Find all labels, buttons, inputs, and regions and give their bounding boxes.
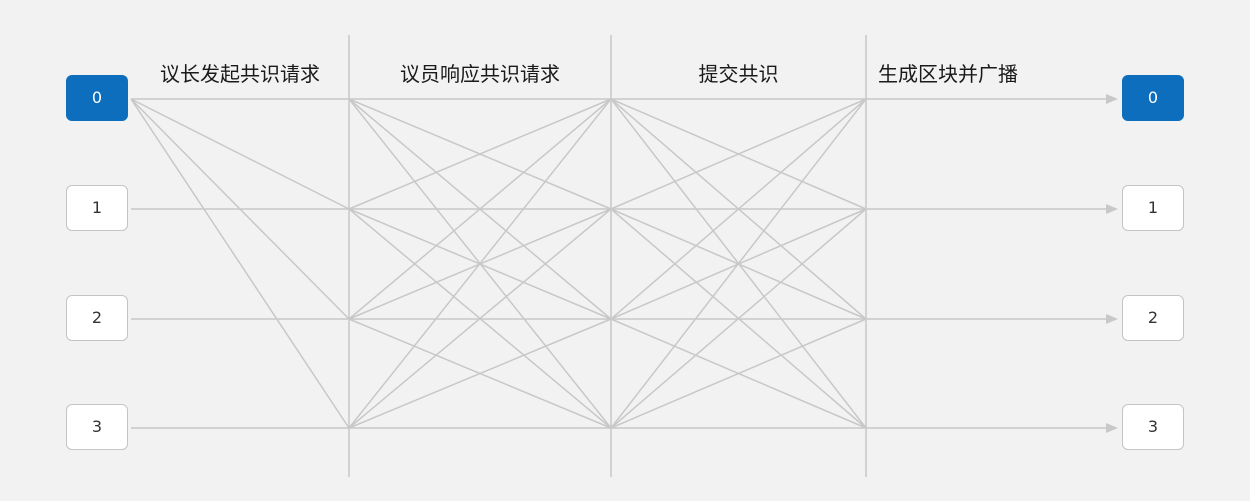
left-node-1: 1 bbox=[66, 185, 128, 231]
right-node-1: 1 bbox=[1122, 185, 1184, 231]
consensus-diagram: 议长发起共识请求 议员响应共识请求 提交共识 生成区块并广播 0 1 2 3 0… bbox=[0, 0, 1250, 501]
phase-label-generate-broadcast: 生成区块并广播 bbox=[878, 62, 1018, 86]
phase-label-speaker-request: 议长发起共识请求 bbox=[160, 62, 320, 86]
phase-label-delegate-response: 议员响应共识请求 bbox=[400, 62, 560, 86]
right-node-2: 2 bbox=[1122, 295, 1184, 341]
request-msg-0-to-3 bbox=[130, 98, 350, 429]
left-node-3: 3 bbox=[66, 404, 128, 450]
right-node-0: 0 bbox=[1122, 75, 1184, 121]
arrowhead-1 bbox=[1106, 204, 1118, 214]
left-node-2: 2 bbox=[66, 295, 128, 341]
request-msg-0-to-1 bbox=[130, 98, 350, 210]
arrowhead-2 bbox=[1106, 314, 1118, 324]
arrowhead-0 bbox=[1106, 94, 1118, 104]
left-node-0: 0 bbox=[66, 75, 128, 121]
phase-label-commit: 提交共识 bbox=[698, 62, 779, 86]
right-node-3: 3 bbox=[1122, 404, 1184, 450]
arrowhead-3 bbox=[1106, 423, 1118, 433]
